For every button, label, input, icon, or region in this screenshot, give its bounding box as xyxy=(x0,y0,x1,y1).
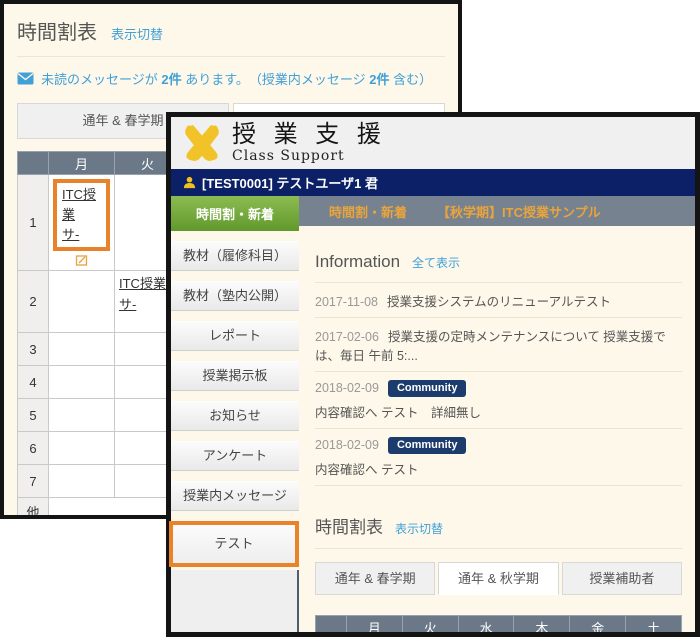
app-header: 授 業 支 援 Class Support xyxy=(171,117,695,169)
sidebar-item-test[interactable]: テスト xyxy=(173,525,295,563)
info-date: 2018-02-09 xyxy=(315,381,379,395)
sidebar-item-materials-public[interactable]: 教材（塾内公開） xyxy=(171,281,299,311)
info-item-4[interactable]: 2018-02-09 Community 内容確認へ テスト xyxy=(315,429,682,486)
info-date: 2017-02-06 xyxy=(315,330,379,344)
period-label: 3 xyxy=(18,333,49,366)
sidebar-item-notices[interactable]: お知らせ xyxy=(171,401,299,431)
breadcrumb: 時間割・新着 【秋学期】ITC授業サンプル xyxy=(299,196,695,226)
info-item-meta: 2018-02-09 Community xyxy=(315,437,682,454)
information-heading-row: Information 全て表示 xyxy=(315,252,682,272)
information-heading: Information xyxy=(315,252,400,272)
info-item-3[interactable]: 2018-02-09 Community 内容確認へ テスト 詳細無し xyxy=(315,372,682,429)
class-support-logo-icon xyxy=(180,121,224,165)
community-badge: Community xyxy=(388,380,467,397)
period-label: 4 xyxy=(18,366,49,399)
sidebar-item-report[interactable]: レポート xyxy=(171,321,299,351)
unread-count: 2件 xyxy=(161,72,181,87)
info-text: 授業支援システムのリニューアルテスト xyxy=(387,295,611,309)
sidebar: 教材（履修科目） 教材（塾内公開） レポート 授業掲示板 お知らせ アンケート … xyxy=(171,231,299,632)
sidebar-item-class-board[interactable]: 授業掲示板 xyxy=(171,361,299,391)
logo-text: 授 業 支 援 Class Support xyxy=(232,122,386,163)
day-header-wed: 水 xyxy=(458,616,514,633)
sidebar-footer xyxy=(171,570,299,632)
unread-message-text: 未読のメッセージが 2件 あります。 （授業内メッセージ 2件 含む） xyxy=(41,69,432,88)
tab-spring-term[interactable]: 通年 & 春学期 xyxy=(315,562,435,595)
corner-header-cell xyxy=(18,152,49,175)
day-header-thu: 木 xyxy=(514,616,570,633)
day-header-mon: 月 xyxy=(347,616,403,633)
cell-mon-1: ITC授業 サ- xyxy=(49,175,115,271)
user-icon xyxy=(183,176,196,189)
tab-fall-term[interactable]: 通年 & 秋学期 xyxy=(438,562,558,595)
display-toggle-link[interactable]: 表示切替 xyxy=(395,520,443,537)
sidebar-item-timetable-news-active[interactable]: 時間割・新着 xyxy=(171,196,299,231)
period-label: 1 xyxy=(18,175,49,271)
memo-icon[interactable] xyxy=(75,254,89,267)
sidebar-item-materials-enrolled[interactable]: 教材（履修科目） xyxy=(171,241,299,271)
info-text: 内容確認へ テスト 詳細無し xyxy=(315,402,682,421)
timetable-section: 時間割表 表示切替 通年 & 春学期 通年 & 秋学期 授業補助者 月 火 水 … xyxy=(315,513,682,632)
day-header-fri: 金 xyxy=(570,616,626,633)
divider xyxy=(17,56,445,57)
info-item-1[interactable]: 2017-11-08 授業支援システムのリニューアルテスト xyxy=(315,283,682,318)
display-toggle-link[interactable]: 表示切替 xyxy=(111,24,163,43)
view-all-link[interactable]: 全て表示 xyxy=(412,254,460,271)
tutorial-highlight-box: ITC授業 サ- xyxy=(53,179,110,251)
page-title: 時間割表 xyxy=(17,16,97,45)
period-label: 5 xyxy=(18,399,49,432)
front-timetable: 月 火 水 木 金 土 1 ITC授業 サ- xyxy=(315,615,682,632)
sidebar-item-class-messages[interactable]: 授業内メッセージ xyxy=(171,481,299,511)
course-link[interactable]: ITC授業 サ- xyxy=(62,185,96,245)
unread-count-inner: 2件 xyxy=(369,72,389,87)
main-content: Information 全て表示 2017-11-08 授業支援システムのリニュー… xyxy=(299,231,695,632)
envelope-icon xyxy=(17,72,34,85)
breadcrumb-section[interactable]: 時間割・新着 xyxy=(329,202,407,221)
empty-cell xyxy=(49,399,115,432)
front-window-class-support: 授 業 支 援 Class Support [TEST0001] テストユーザ1… xyxy=(166,112,700,637)
info-text: 内容確認へ テスト xyxy=(315,459,682,478)
divider xyxy=(315,548,682,549)
unread-message-row: 未読のメッセージが 2件 あります。 （授業内メッセージ 2件 含む） xyxy=(17,69,445,88)
user-bar: [TEST0001] テストユーザ1 君 xyxy=(171,169,695,196)
timetable-heading-row: 時間割表 表示切替 xyxy=(315,513,682,538)
front-term-tabs: 通年 & 春学期 通年 & 秋学期 授業補助者 xyxy=(315,562,682,595)
tab-class-assistant[interactable]: 授業補助者 xyxy=(562,562,682,595)
community-badge: Community xyxy=(388,437,467,454)
empty-cell xyxy=(49,432,115,465)
period-label: 2 xyxy=(18,271,49,333)
breadcrumb-page: 【秋学期】ITC授業サンプル xyxy=(437,202,601,221)
info-date: 2018-02-09 xyxy=(315,438,379,452)
corner-header-cell xyxy=(316,616,347,633)
info-item-meta: 2018-02-09 Community xyxy=(315,380,682,397)
user-name-label: [TEST0001] テストユーザ1 君 xyxy=(202,173,378,192)
period-label: 6 xyxy=(18,432,49,465)
unread-mid: あります。 （授業内メッセージ xyxy=(182,72,370,87)
info-item-2[interactable]: 2017-02-06授業支援の定時メンテナンスについて 授業支援では、毎日 午前… xyxy=(315,318,682,372)
unread-post: 含む） xyxy=(390,72,433,87)
empty-cell xyxy=(49,465,115,498)
timetable-heading: 時間割表 xyxy=(315,513,383,538)
back-title-row: 時間割表 表示切替 xyxy=(17,16,445,45)
day-header-sat: 土 xyxy=(626,616,682,633)
sidebar-item-survey[interactable]: アンケート xyxy=(171,441,299,471)
app-subtitle: Class Support xyxy=(232,148,386,164)
course-link[interactable]: ITC授業 サ- xyxy=(119,274,166,314)
unread-pre: 未読のメッセージが xyxy=(41,72,161,87)
cell-mon-2 xyxy=(49,271,115,333)
window-body: 教材（履修科目） 教材（塾内公開） レポート 授業掲示板 お知らせ アンケート … xyxy=(171,231,695,632)
day-header-mon: 月 xyxy=(49,152,115,175)
timetable-header-row: 月 火 水 木 金 土 xyxy=(316,616,682,633)
info-date: 2017-11-08 xyxy=(315,295,378,309)
empty-cell xyxy=(49,333,115,366)
day-header-tue: 火 xyxy=(402,616,458,633)
empty-cell xyxy=(49,366,115,399)
period-label: 他 xyxy=(18,498,49,519)
tutorial-highlight-box-test: テスト xyxy=(169,521,299,567)
nav-row: 時間割・新着 時間割・新着 【秋学期】ITC授業サンプル xyxy=(171,196,695,231)
period-label: 7 xyxy=(18,465,49,498)
app-title: 授 業 支 援 xyxy=(232,122,386,147)
